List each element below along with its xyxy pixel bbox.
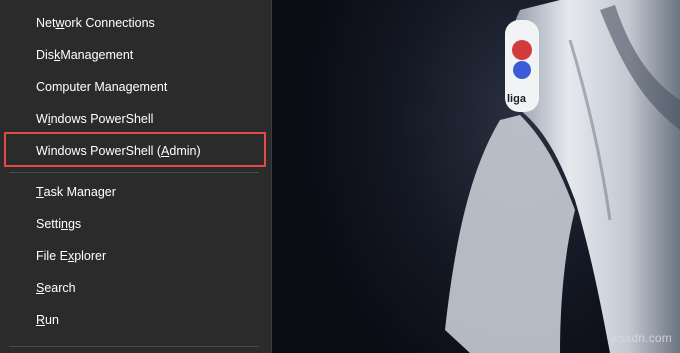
access-key: g <box>125 80 133 94</box>
menu-item-label: ork Connections <box>64 16 155 30</box>
menu-item-label: earch <box>44 281 76 295</box>
access-key: S <box>36 281 45 295</box>
watermark: wsxdn.com <box>610 331 672 345</box>
menu-item-search[interactable]: Search <box>0 272 271 304</box>
menu-item-label: Setti <box>36 217 62 231</box>
menu-separator <box>9 346 259 347</box>
menu-item-label: File E <box>36 249 68 263</box>
menu-item-label: Dis <box>36 48 55 62</box>
menu-item-network-connections[interactable]: Net w ork Connections <box>0 7 271 39</box>
menu-item-label: ement <box>132 80 168 94</box>
winx-context-menu: Net w ork Connections Dis k Management Comp… <box>0 0 272 353</box>
menu-item-windows-powershell[interactable]: Wi ndows PowerShell <box>0 103 271 135</box>
highlight-box <box>4 132 266 167</box>
access-key: n <box>61 217 68 231</box>
menu-item-label: W <box>36 112 48 126</box>
menu-item-run[interactable]: Run <box>0 304 271 336</box>
menu-item-task-manager[interactable]: Task Manager <box>0 176 271 208</box>
menu-item-label: Computer Mana <box>36 80 126 94</box>
svg-text:liga: liga <box>507 93 527 105</box>
access-key: R <box>36 313 46 327</box>
access-key: T <box>36 185 44 199</box>
menu-item-label: un <box>45 313 59 327</box>
menu-item-label: Management <box>60 48 134 62</box>
menu-item-label: gs <box>67 217 82 231</box>
menu-item-label: Net <box>36 16 56 30</box>
menu-item-settings[interactable]: Setti n gs <box>0 208 271 240</box>
menu-item-file-explorer[interactable]: File Ex plorer <box>0 240 271 272</box>
menu-item-label: plorer <box>74 249 107 263</box>
access-key: w <box>55 16 65 30</box>
menu-item-disk-management[interactable]: Dis k Management <box>0 39 271 71</box>
menu-item-label: ask Manager <box>43 185 116 199</box>
menu-item-label: ndows PowerShell <box>50 112 154 126</box>
menu-item-computer-management[interactable]: Computer Mana g ement <box>0 71 271 103</box>
menu-separator <box>9 172 259 173</box>
